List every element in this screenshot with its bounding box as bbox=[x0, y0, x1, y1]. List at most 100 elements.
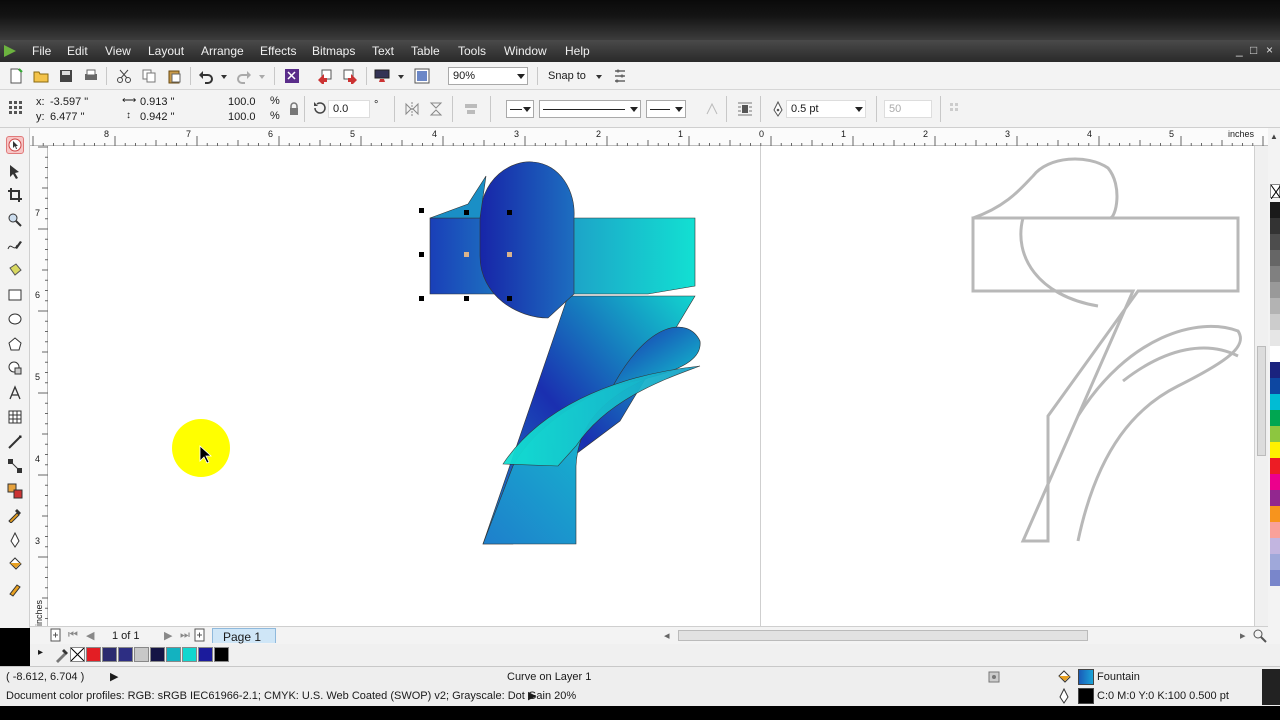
eyedropper-icon[interactable] bbox=[54, 647, 70, 663]
open-folder-icon[interactable] bbox=[33, 68, 49, 84]
palette-swatch[interactable] bbox=[1270, 506, 1280, 522]
undo-dropdown-icon[interactable] bbox=[219, 68, 229, 84]
add-page-icon[interactable] bbox=[50, 628, 62, 642]
document-color-swatch[interactable] bbox=[182, 647, 197, 662]
palette-swatch[interactable] bbox=[1270, 554, 1280, 570]
palette-swatch[interactable] bbox=[1270, 522, 1280, 538]
pick-tool-icon[interactable] bbox=[6, 136, 24, 154]
table-tool-icon[interactable] bbox=[6, 408, 24, 426]
menu-bitmaps[interactable]: Bitmaps bbox=[312, 44, 355, 58]
ellipse-tool-icon[interactable] bbox=[6, 310, 24, 328]
welcome-screen-icon[interactable] bbox=[414, 68, 430, 84]
polygon-tool-icon[interactable] bbox=[6, 335, 24, 353]
restore-button[interactable]: □ bbox=[1250, 43, 1257, 57]
palette-swatch[interactable] bbox=[1270, 394, 1280, 410]
y-position-field[interactable]: 6.477 " bbox=[50, 111, 85, 123]
scale-y-field[interactable]: 100.0 bbox=[228, 111, 256, 123]
fill-tool-icon[interactable] bbox=[6, 555, 24, 573]
vertical-scroll-thumb[interactable] bbox=[1257, 346, 1266, 456]
palette-swatch[interactable] bbox=[1270, 570, 1280, 586]
menu-window[interactable]: Window bbox=[504, 44, 547, 58]
palette-swatch[interactable] bbox=[1270, 282, 1280, 298]
export-icon[interactable] bbox=[342, 68, 358, 84]
menu-arrange[interactable]: Arrange bbox=[201, 44, 244, 58]
palette-swatch[interactable] bbox=[1270, 346, 1280, 362]
wrap-text-icon[interactable] bbox=[737, 101, 753, 117]
shape-tool-icon[interactable] bbox=[6, 162, 24, 180]
align-distribute-icon[interactable] bbox=[463, 101, 479, 117]
launcher-dropdown-icon[interactable] bbox=[396, 68, 406, 84]
basic-shapes-tool-icon[interactable] bbox=[6, 359, 24, 377]
document-color-swatch[interactable] bbox=[134, 647, 149, 662]
close-button[interactable]: × bbox=[1266, 43, 1273, 57]
search-content-icon[interactable] bbox=[284, 68, 300, 84]
palette-swatch[interactable] bbox=[1270, 266, 1280, 282]
palette-swatch[interactable] bbox=[1270, 490, 1280, 506]
scroll-left-icon[interactable]: ◂ bbox=[664, 629, 670, 642]
mirror-vertical-icon[interactable] bbox=[428, 101, 444, 117]
property-grid-icon[interactable] bbox=[948, 101, 964, 117]
no-color-swatch[interactable] bbox=[1270, 184, 1280, 200]
outline-swatch[interactable] bbox=[1078, 688, 1094, 704]
no-fill-swatch[interactable] bbox=[70, 647, 85, 662]
palette-swatch[interactable] bbox=[1270, 538, 1280, 554]
menu-help[interactable]: Help bbox=[565, 44, 590, 58]
document-color-swatch[interactable] bbox=[102, 647, 117, 662]
options-icon[interactable] bbox=[612, 68, 628, 84]
eyedropper-tool-icon[interactable] bbox=[6, 506, 24, 524]
document-color-swatch[interactable] bbox=[150, 647, 165, 662]
close-curve-icon[interactable] bbox=[704, 101, 720, 117]
rotation-field[interactable]: 0.0 bbox=[328, 100, 370, 118]
color-profiles-info[interactable]: Document color profiles: RGB: sRGB IEC61… bbox=[6, 690, 576, 702]
end-arrowhead-select[interactable] bbox=[646, 100, 686, 118]
menu-view[interactable]: View bbox=[105, 44, 131, 58]
mirror-horizontal-icon[interactable] bbox=[404, 101, 420, 117]
redo-icon[interactable] bbox=[236, 68, 252, 84]
paste-icon[interactable] bbox=[166, 68, 182, 84]
menu-layout[interactable]: Layout bbox=[148, 44, 184, 58]
connector-tool-icon[interactable] bbox=[6, 457, 24, 475]
palette-scroll-up-icon[interactable]: ▲ bbox=[1270, 132, 1280, 144]
palette-swatch[interactable] bbox=[1270, 458, 1280, 474]
palette-swatch[interactable] bbox=[1270, 218, 1280, 234]
menu-effects[interactable]: Effects bbox=[260, 44, 296, 58]
page-tab[interactable]: Page 1 bbox=[212, 628, 276, 644]
document-color-swatch[interactable] bbox=[214, 647, 229, 662]
palette-swatch[interactable] bbox=[1270, 362, 1280, 378]
width-field[interactable]: 0.913 " bbox=[140, 96, 175, 108]
scroll-right-icon[interactable]: ▸ bbox=[1240, 629, 1246, 642]
palette-swatch[interactable] bbox=[1270, 378, 1280, 394]
palette-swatch[interactable] bbox=[1270, 330, 1280, 346]
scale-x-field[interactable]: 100.0 bbox=[228, 96, 256, 108]
dimension-tool-icon[interactable] bbox=[6, 433, 24, 451]
rectangle-tool-icon[interactable] bbox=[6, 286, 24, 304]
snap-dropdown-icon[interactable] bbox=[594, 68, 604, 84]
start-arrowhead-select[interactable] bbox=[506, 100, 534, 118]
save-icon[interactable] bbox=[58, 68, 74, 84]
zoom-tool-icon[interactable] bbox=[6, 211, 24, 229]
copy-icon[interactable] bbox=[141, 68, 157, 84]
cut-icon[interactable] bbox=[116, 68, 132, 84]
document-color-swatch[interactable] bbox=[118, 647, 133, 662]
text-tool-icon[interactable] bbox=[6, 384, 24, 402]
palette-swatch[interactable] bbox=[1270, 250, 1280, 266]
palette-swatch[interactable] bbox=[1270, 298, 1280, 314]
palette-swatch[interactable] bbox=[1270, 442, 1280, 458]
crop-tool-icon[interactable] bbox=[6, 186, 24, 204]
minimize-button[interactable]: _ bbox=[1236, 43, 1243, 57]
height-field[interactable]: 0.942 " bbox=[140, 111, 175, 123]
previous-page-icon[interactable]: ◀ bbox=[86, 629, 94, 642]
color-proof-icon[interactable] bbox=[986, 669, 1002, 685]
outline-width-select[interactable]: 0.5 pt bbox=[786, 100, 866, 118]
freehand-tool-icon[interactable] bbox=[6, 236, 24, 254]
palette-swatch[interactable] bbox=[1270, 410, 1280, 426]
new-document-icon[interactable] bbox=[8, 68, 24, 84]
document-color-swatch[interactable] bbox=[86, 647, 101, 662]
add-page-after-icon[interactable] bbox=[194, 628, 206, 642]
first-page-icon[interactable]: ⏮ bbox=[68, 629, 78, 642]
palette-expand-icon[interactable]: ▸ bbox=[38, 647, 43, 658]
fill-swatch[interactable] bbox=[1078, 669, 1094, 685]
lock-ratio-icon[interactable] bbox=[286, 101, 302, 117]
menu-tools[interactable]: Tools bbox=[458, 44, 486, 58]
vertical-ruler[interactable]: 7 6 5 4 3 inches bbox=[30, 146, 48, 626]
